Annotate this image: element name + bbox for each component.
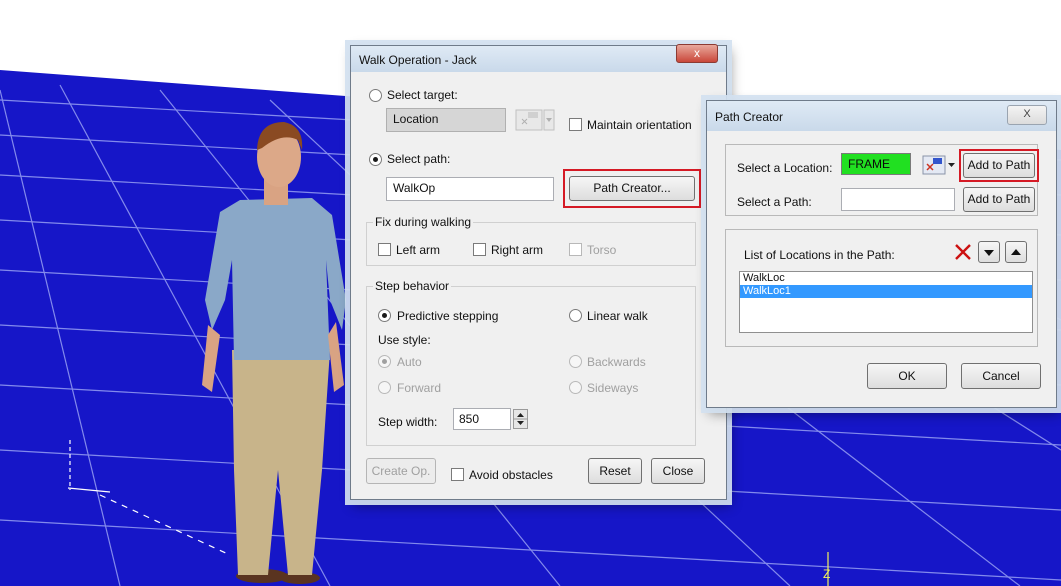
right-arm-checkbox[interactable] (473, 243, 486, 256)
list-item[interactable]: WalkLoc (740, 272, 1032, 285)
path-dialog-title: Path Creator (715, 110, 784, 124)
linear-walk-label: Linear walk (587, 309, 648, 323)
path-creator-dialog: Path Creator X Select a Location: FRAME … (706, 100, 1057, 408)
location-pick-button[interactable] (921, 154, 957, 176)
predictive-stepping-label: Predictive stepping (397, 309, 499, 323)
location-field[interactable]: FRAME (841, 153, 911, 175)
move-down-button[interactable] (978, 241, 1000, 263)
z-axis-label: Z (823, 567, 830, 581)
forward-label: Forward (397, 381, 442, 395)
maintain-orientation-label: Maintain orientation (587, 118, 692, 132)
cancel-button[interactable]: Cancel (961, 363, 1041, 389)
right-arm-label: Right arm (491, 243, 544, 257)
avoid-obstacles-label: Avoid obstacles (469, 468, 553, 482)
close-button[interactable]: Close (651, 458, 705, 484)
target-field[interactable]: Location (386, 108, 506, 132)
step-width-input[interactable]: 850 (453, 408, 511, 430)
locations-listbox[interactable]: WalkLoc WalkLoc1 (739, 271, 1033, 333)
walk-dialog-close-button[interactable]: x (676, 44, 718, 63)
step-width-spinner[interactable] (513, 409, 528, 429)
delete-icon (955, 244, 971, 260)
target-pick-button[interactable] (514, 109, 556, 131)
pick-icon (922, 155, 955, 175)
fix-group-title: Fix during walking (373, 215, 474, 229)
left-arm-label: Left arm (396, 243, 441, 257)
fix-during-walking-group: Fix during walking Left arm Right arm To… (366, 215, 696, 266)
add-path-button[interactable]: Add to Path (963, 187, 1035, 212)
maintain-orientation-checkbox[interactable] (569, 118, 582, 131)
move-up-button[interactable] (1005, 241, 1027, 263)
pick-icon (515, 109, 555, 131)
path-select-field[interactable] (841, 188, 955, 211)
chevron-up-icon (1011, 249, 1021, 255)
backwards-radio[interactable] (569, 355, 582, 368)
backwards-label: Backwards (587, 355, 646, 369)
walk-dialog-titlebar[interactable]: Walk Operation - Jack x (351, 44, 726, 72)
ok-button[interactable]: OK (867, 363, 947, 389)
select-target-label: Select target: (387, 88, 458, 102)
torso-label: Torso (587, 243, 617, 257)
sideways-label: Sideways (587, 381, 639, 395)
auto-label: Auto (397, 355, 422, 369)
reset-button[interactable]: Reset (588, 458, 642, 484)
path-dialog-close-button[interactable]: X (1007, 105, 1047, 125)
select-path-radio[interactable] (369, 153, 382, 166)
use-style-label: Use style: (378, 333, 431, 347)
close-icon: x (694, 46, 700, 60)
avoid-obstacles-checkbox[interactable] (451, 468, 464, 481)
select-target-radio[interactable] (369, 89, 382, 102)
forward-radio[interactable] (378, 381, 391, 394)
create-op-button[interactable]: Create Op. (366, 458, 436, 484)
step-behavior-group: Step behavior Predictive stepping Linear… (366, 279, 696, 446)
path-dialog-titlebar[interactable]: Path Creator X (707, 101, 1056, 131)
linear-walk-radio[interactable] (569, 309, 582, 322)
predictive-stepping-radio[interactable] (378, 309, 391, 322)
close-icon: X (1023, 108, 1031, 120)
auto-radio[interactable] (378, 355, 391, 368)
select-location-label: Select a Location: (737, 161, 833, 175)
path-field[interactable]: WalkOp (386, 177, 554, 201)
sideways-radio[interactable] (569, 381, 582, 394)
step-width-label: Step width: (378, 415, 438, 429)
delete-location-button[interactable] (952, 241, 974, 263)
torso-checkbox[interactable] (569, 243, 582, 256)
step-group-title: Step behavior (373, 279, 452, 293)
select-path-label: Select a Path: (737, 195, 812, 209)
left-arm-checkbox[interactable] (378, 243, 391, 256)
list-label: List of Locations in the Path: (744, 248, 895, 262)
list-item[interactable]: WalkLoc1 (740, 285, 1032, 298)
chevron-down-icon (984, 250, 994, 256)
walk-dialog-title: Walk Operation - Jack (359, 53, 477, 67)
walk-operation-dialog: Walk Operation - Jack x Select target: L… (350, 44, 727, 500)
select-path-label: Select path: (387, 152, 451, 166)
path-creator-highlight (563, 169, 701, 208)
add-to-path-highlight (959, 149, 1039, 182)
